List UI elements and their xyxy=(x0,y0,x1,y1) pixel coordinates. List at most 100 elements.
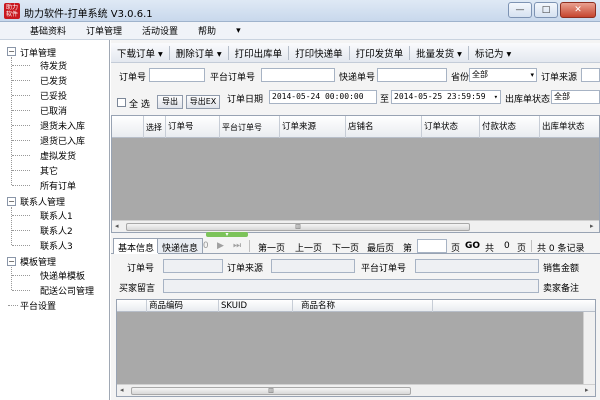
export-button[interactable]: 导出 xyxy=(157,95,183,109)
delete-orders-button[interactable]: 删除订单 ▾ xyxy=(170,46,228,60)
express-no-input[interactable] xyxy=(377,68,447,82)
scroll-right-icon[interactable]: ▸ xyxy=(590,222,594,230)
collapse-toggle-icon[interactable]: − xyxy=(7,47,16,56)
order-date-label: 订单日期 xyxy=(227,95,264,105)
goto-page-input[interactable] xyxy=(417,239,447,253)
scroll-thumb[interactable]: ▥ xyxy=(131,387,411,395)
tab-basic-info[interactable]: 基本信息 xyxy=(113,238,160,254)
grid-col-shop-name[interactable]: 店铺名 xyxy=(346,116,422,138)
detail-panel: 订单号 订单来源 平台订单号 销售金额 买家留言 卖家备注 商品编码 SKUID… xyxy=(111,253,600,400)
menu-bar: 基础资料 订单管理 活动设置 帮助 ▾ xyxy=(0,22,600,40)
items-horizontal-scrollbar[interactable]: ◂ ▥ ▸ xyxy=(117,384,595,396)
express-no-label: 快递单号 xyxy=(339,73,376,83)
sidebar-tree: − 订单管理 待发货 已发货 已妥投 已取消 退货未入库 退货已入库 虚拟发货 … xyxy=(0,40,110,400)
app-logo-icon: 助力 软件 xyxy=(4,3,20,19)
grid-col-blank xyxy=(112,116,144,138)
chevron-down-icon: ▾ xyxy=(493,93,498,101)
grid-col-select[interactable]: 选择 xyxy=(144,116,166,138)
sidebar-item-other[interactable]: 其它 xyxy=(40,164,58,177)
sidebar-group-contacts[interactable]: 联系人管理 xyxy=(20,195,65,208)
items-col-skuid[interactable]: SKUID xyxy=(219,300,293,312)
order-source-select[interactable] xyxy=(581,68,600,82)
items-grid-header: 商品编码 SKUID 商品名称 xyxy=(117,300,595,312)
outbound-status-label: 出库单状态 xyxy=(505,95,551,105)
grid-col-outbound-status[interactable]: 出库单状态 xyxy=(540,116,599,138)
menu-overflow-chevron-icon[interactable]: ▾ xyxy=(236,26,241,36)
grid-col-payment-status[interactable]: 付款状态 xyxy=(480,116,540,138)
last-page-icon[interactable]: ⏭ xyxy=(233,241,241,251)
sidebar-item-shipped[interactable]: 已发货 xyxy=(40,74,67,87)
platform-order-input[interactable] xyxy=(261,68,335,82)
sidebar-item-express-template[interactable]: 快递单模板 xyxy=(40,269,85,282)
sidebar-item-return-stocked[interactable]: 退货已入库 xyxy=(40,134,85,147)
sidebar-item-return-not-stocked[interactable]: 退货未入库 xyxy=(40,119,85,132)
items-grid-body xyxy=(117,312,583,384)
province-label: 省份 xyxy=(451,73,470,83)
sidebar-item-platform-settings[interactable]: 平台设置 xyxy=(20,299,56,312)
items-col-product-name[interactable]: 商品名称 xyxy=(293,300,433,312)
menu-activity-settings[interactable]: 活动设置 xyxy=(142,24,178,37)
print-invoice-button[interactable]: 打印发货单 xyxy=(350,46,410,60)
grid-col-order-status[interactable]: 订单状态 xyxy=(422,116,480,138)
grid-col-order-no[interactable]: 订单号 xyxy=(166,116,220,138)
items-vertical-scrollbar[interactable] xyxy=(583,312,595,384)
select-all-checkbox[interactable] xyxy=(117,98,126,107)
date-from-input[interactable]: 2014-05-24 00:00:00 xyxy=(269,90,377,104)
sidebar-group-templates[interactable]: 模板管理 xyxy=(20,255,56,268)
menu-help[interactable]: 帮助 xyxy=(198,24,216,37)
sidebar-item-delivered[interactable]: 已妥投 xyxy=(40,89,67,102)
items-col-product-code[interactable]: 商品编码 xyxy=(147,300,219,312)
detail-order-source-label: 订单来源 xyxy=(227,264,264,274)
mark-as-button[interactable]: 标记为 ▾ xyxy=(469,46,517,60)
close-button[interactable]: ✕ xyxy=(560,2,596,18)
sidebar-item-contact-3[interactable]: 联系人3 xyxy=(40,239,73,252)
menu-order-management[interactable]: 订单管理 xyxy=(86,24,122,37)
sidebar-group-orders[interactable]: 订单管理 xyxy=(20,46,56,59)
detail-platform-order-field xyxy=(415,259,539,273)
sidebar-item-delivery-companies[interactable]: 配送公司管理 xyxy=(40,284,94,297)
go-button[interactable]: GO xyxy=(465,241,480,251)
grid-horizontal-scrollbar[interactable]: ◂ ▥ ▸ xyxy=(112,220,599,232)
tab-express-info[interactable]: 快递信息 xyxy=(157,238,204,254)
scroll-left-icon[interactable]: ◂ xyxy=(120,386,124,394)
next-page-icon[interactable]: ▶ xyxy=(217,241,224,251)
sidebar-item-contact-2[interactable]: 联系人2 xyxy=(40,224,73,237)
province-select[interactable]: 全部 ▾ xyxy=(469,68,537,82)
batch-ship-button[interactable]: 批量发货 ▾ xyxy=(410,46,468,60)
window-title: 助力软件-打单系统 V3.0.6.1 xyxy=(24,9,153,20)
sidebar-item-all-orders[interactable]: 所有订单 xyxy=(40,179,76,192)
platform-order-label: 平台订单号 xyxy=(210,73,256,83)
outbound-status-select[interactable]: 全部 xyxy=(551,90,600,104)
sidebar-item-pending[interactable]: 待发货 xyxy=(40,59,67,72)
order-no-input[interactable] xyxy=(149,68,205,82)
detail-buyer-msg-label: 买家留言 xyxy=(119,284,156,294)
maximize-button[interactable]: □ xyxy=(534,2,558,18)
panel-splitter-handle[interactable]: ▾ xyxy=(206,232,248,238)
print-express-button[interactable]: 打印快递单 xyxy=(289,46,349,60)
collapse-toggle-icon[interactable]: − xyxy=(7,197,16,206)
scroll-thumb[interactable]: ▥ xyxy=(126,223,470,231)
print-outbound-button[interactable]: 打印出库单 xyxy=(229,46,289,60)
detail-seller-note-label: 卖家备注 xyxy=(543,284,580,294)
grid-col-platform-order[interactable]: 平台订单号 xyxy=(220,116,280,138)
minimize-button[interactable]: — xyxy=(508,2,532,18)
grid-col-order-source[interactable]: 订单来源 xyxy=(280,116,346,138)
export-ex-button[interactable]: 导出EX xyxy=(186,95,220,109)
orders-grid: 选择 订单号 平台订单号 订单来源 店铺名 订单状态 付款状态 出库单状态 ◂ … xyxy=(111,115,600,233)
detail-sales-amount-label: 销售金额 xyxy=(543,264,580,274)
download-orders-button[interactable]: 下载订单 ▾ xyxy=(111,46,169,60)
collapse-toggle-icon[interactable]: − xyxy=(7,257,16,266)
grid-body xyxy=(112,138,599,220)
date-to-input[interactable]: 2014-05-25 23:59:59 ▾ xyxy=(391,90,501,104)
detail-buyer-msg-field xyxy=(163,279,539,293)
menu-basic-data[interactable]: 基础资料 xyxy=(30,24,66,37)
sidebar-item-cancelled[interactable]: 已取消 xyxy=(40,104,67,117)
sidebar-item-virtual-shipping[interactable]: 虚拟发货 xyxy=(40,149,76,162)
items-grid: 商品编码 SKUID 商品名称 ◂ ▥ ▸ xyxy=(116,299,596,397)
grid-header: 选择 订单号 平台订单号 订单来源 店铺名 订单状态 付款状态 出库单状态 xyxy=(112,116,599,138)
scroll-left-icon[interactable]: ◂ xyxy=(115,222,119,230)
order-source-label: 订单来源 xyxy=(541,73,578,83)
sidebar-item-contact-1[interactable]: 联系人1 xyxy=(40,209,73,222)
scroll-right-icon[interactable]: ▸ xyxy=(585,386,589,394)
main-panel: 下载订单 ▾ 删除订单 ▾ 打印出库单 打印快递单 打印发货单 批量发货 ▾ 标… xyxy=(111,40,600,400)
